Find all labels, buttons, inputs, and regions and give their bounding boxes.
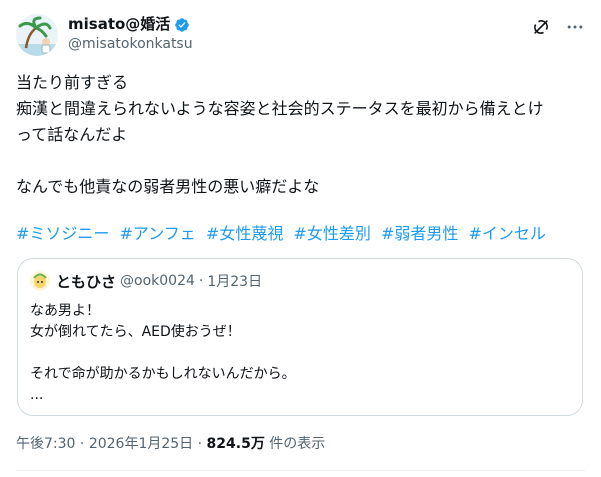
more-options-icon[interactable] (565, 17, 585, 37)
quoted-author-handle: @ook0024 (120, 273, 195, 289)
quoted-tweet-date: 1月23日 (207, 274, 263, 290)
quoted-author-name: ともひさ (56, 272, 117, 291)
author-handle[interactable]: @misatokonkatsu (68, 34, 193, 54)
quoted-tweet-line: ... (30, 387, 44, 403)
hashtag-link[interactable]: #女性差別 (293, 224, 370, 243)
meta-separator: · (198, 273, 204, 289)
tweet-line: 痴漢と間違えられないような容姿と社会的ステータスを最初から備えとけ (16, 99, 544, 118)
author-avatar[interactable] (16, 14, 58, 56)
tweet-body: 当たり前すぎる 痴漢と間違えられないような容姿と社会的ステータスを最初から備えと… (16, 70, 588, 200)
grok-icon[interactable] (531, 17, 551, 37)
hashtag-link[interactable]: #インセル (468, 224, 545, 243)
hashtag-link[interactable]: #ミソジニー (16, 224, 109, 243)
hashtag-list: #ミソジニー #アンフェ #女性蔑視 #女性差別 #弱者男性 #インセル (16, 221, 551, 247)
tweet-time[interactable]: 午後7:30 (16, 436, 75, 452)
tweet-header: misato@婚活 @misatokonkatsu (16, 14, 585, 58)
quoted-tweet-card[interactable]: ともひさ @ook0024 · 1月23日 なあ男よ！ 女が倒れてたら、AED使… (17, 258, 583, 416)
tweet-date[interactable]: 2026年1月25日 (89, 436, 193, 452)
hashtag-link[interactable]: #アンフェ (120, 224, 196, 243)
hashtag-link[interactable]: #女性蔑視 (206, 224, 283, 243)
tweet-line: なんでも他責なの弱者男性の悪い癖だよな (16, 177, 320, 196)
meta-separator: · (79, 436, 85, 452)
quoted-tweet-line: 女が倒れてたら、AED使おうぜ！ (30, 324, 241, 340)
author-name-row[interactable]: misato@婚活 (68, 15, 193, 34)
verified-badge-icon (175, 17, 190, 32)
divider (16, 470, 585, 471)
author-display-name[interactable]: misato@婚活 (68, 15, 170, 34)
quoted-tweet-line: それで命が助かるかもしれないんだから。 (30, 366, 296, 382)
tweet-meta: 午後7:30 · 2026年1月25日 · 824.5万 件の表示 (16, 434, 325, 454)
quoted-tweet-line: なあ男よ！ (30, 303, 100, 319)
tweet-line: って話なんだよ (16, 125, 128, 144)
view-count: 824.5万 (206, 436, 265, 452)
quoted-tweet-header: ともひさ @ook0024 · 1月23日 (30, 271, 262, 291)
quoted-author-avatar (30, 271, 50, 291)
view-count-label: 件の表示 (269, 436, 326, 452)
hashtag-link[interactable]: #弱者男性 (381, 224, 458, 243)
tweet-line: 当たり前すぎる (16, 73, 129, 92)
quoted-tweet-body: なあ男よ！ 女が倒れてたら、AED使おうぜ！ それで命が助かるかもしれないんだか… (30, 301, 296, 406)
meta-separator: · (197, 436, 203, 452)
